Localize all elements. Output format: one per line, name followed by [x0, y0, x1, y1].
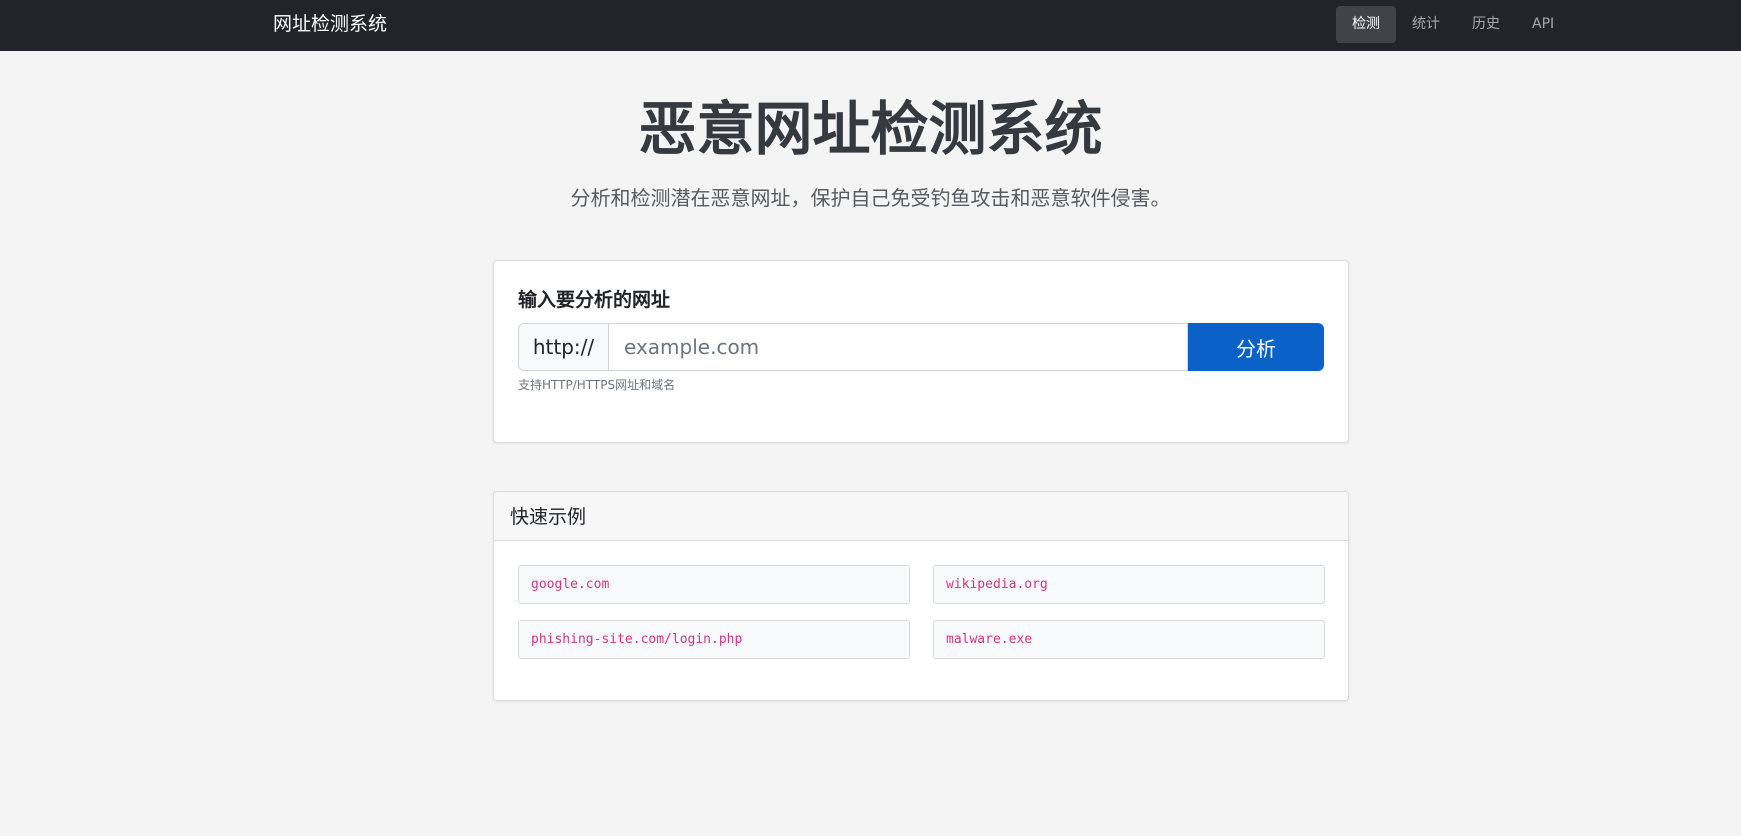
examples-header-title: 快速示例	[510, 506, 587, 528]
url-input-group: http:// 分析	[518, 323, 1324, 371]
nav-link-history[interactable]: 历史	[1456, 6, 1516, 43]
brand-title[interactable]: 网址检测系统	[273, 12, 387, 36]
example-item[interactable]: phishing-site.com/login.php	[518, 620, 910, 659]
examples-card-header: 快速示例	[494, 492, 1348, 541]
analyze-button[interactable]: 分析	[1188, 323, 1324, 371]
analyze-card: 输入要分析的网址 http:// 分析 支持HTTP/HTTPS网址和域名	[493, 260, 1349, 443]
example-item[interactable]: wikipedia.org	[933, 565, 1325, 604]
url-help-text: 支持HTTP/HTTPS网址和域名	[518, 378, 676, 392]
example-item[interactable]: google.com	[518, 565, 910, 604]
nav-link-detect[interactable]: 检测	[1336, 6, 1396, 43]
examples-card: 快速示例 google.com wikipedia.org phishing-s…	[493, 491, 1349, 701]
url-input[interactable]	[608, 323, 1188, 371]
top-navbar: 网址检测系统 检测 统计 历史 API	[0, 0, 1741, 51]
nav-links: 检测 统计 历史 API	[1336, 6, 1570, 43]
url-prefix: http://	[518, 323, 608, 371]
page-subtitle: 分析和检测潜在恶意网址，保护自己免受钓鱼攻击和恶意软件侵害。	[570, 186, 1171, 210]
nav-link-api[interactable]: API	[1516, 6, 1570, 43]
url-input-label: 输入要分析的网址	[518, 289, 671, 311]
example-item[interactable]: malware.exe	[933, 620, 1325, 659]
nav-link-stats[interactable]: 统计	[1396, 6, 1456, 43]
page-title: 恶意网址检测系统	[638, 95, 1103, 163]
